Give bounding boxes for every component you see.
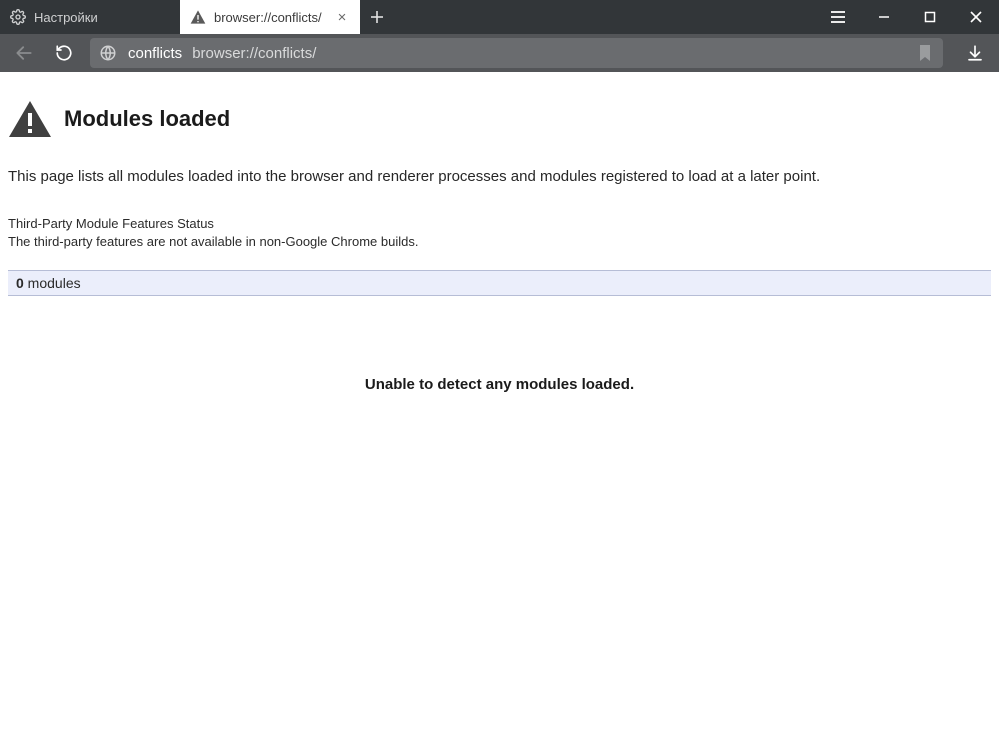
- bookmark-icon[interactable]: [915, 43, 935, 63]
- no-modules-message: Unable to detect any modules loaded.: [8, 376, 991, 393]
- new-tab-button[interactable]: [360, 0, 394, 34]
- gear-icon: [10, 9, 26, 25]
- warning-icon: [190, 9, 206, 25]
- minimize-button[interactable]: [861, 0, 907, 34]
- page-title: Modules loaded: [64, 106, 230, 132]
- window-controls: [815, 0, 999, 34]
- status-text: The third-party features are not availab…: [8, 233, 991, 251]
- menu-button[interactable]: [815, 0, 861, 34]
- third-party-status: Third-Party Module Features Status The t…: [8, 215, 991, 250]
- page-header: Modules loaded: [8, 100, 991, 138]
- warning-icon: [8, 100, 52, 138]
- tab-settings[interactable]: Настройки: [0, 0, 180, 34]
- back-button[interactable]: [10, 39, 38, 67]
- page-content: Modules loaded This page lists all modul…: [0, 72, 999, 401]
- address-site-name: conflicts: [128, 45, 182, 62]
- reload-button[interactable]: [50, 39, 78, 67]
- toolbar: conflicts browser://conflicts/: [0, 34, 999, 72]
- modules-label: modules: [24, 275, 81, 291]
- downloads-button[interactable]: [961, 39, 989, 67]
- maximize-button[interactable]: [907, 0, 953, 34]
- modules-count: 0: [16, 275, 24, 291]
- titlebar: Настройки browser://conflicts/ ×: [0, 0, 999, 34]
- site-identity-icon[interactable]: [98, 43, 118, 63]
- status-heading: Third-Party Module Features Status: [8, 215, 991, 233]
- close-icon[interactable]: ×: [334, 10, 350, 25]
- tab-label: browser://conflicts/: [214, 10, 326, 25]
- close-window-button[interactable]: [953, 0, 999, 34]
- tab-label: Настройки: [34, 10, 170, 25]
- page-description: This page lists all modules loaded into …: [8, 168, 991, 185]
- address-bar[interactable]: conflicts browser://conflicts/: [90, 38, 943, 68]
- tab-conflicts[interactable]: browser://conflicts/ ×: [180, 0, 360, 34]
- modules-count-bar: 0 modules: [8, 270, 991, 296]
- address-url: browser://conflicts/: [192, 45, 905, 62]
